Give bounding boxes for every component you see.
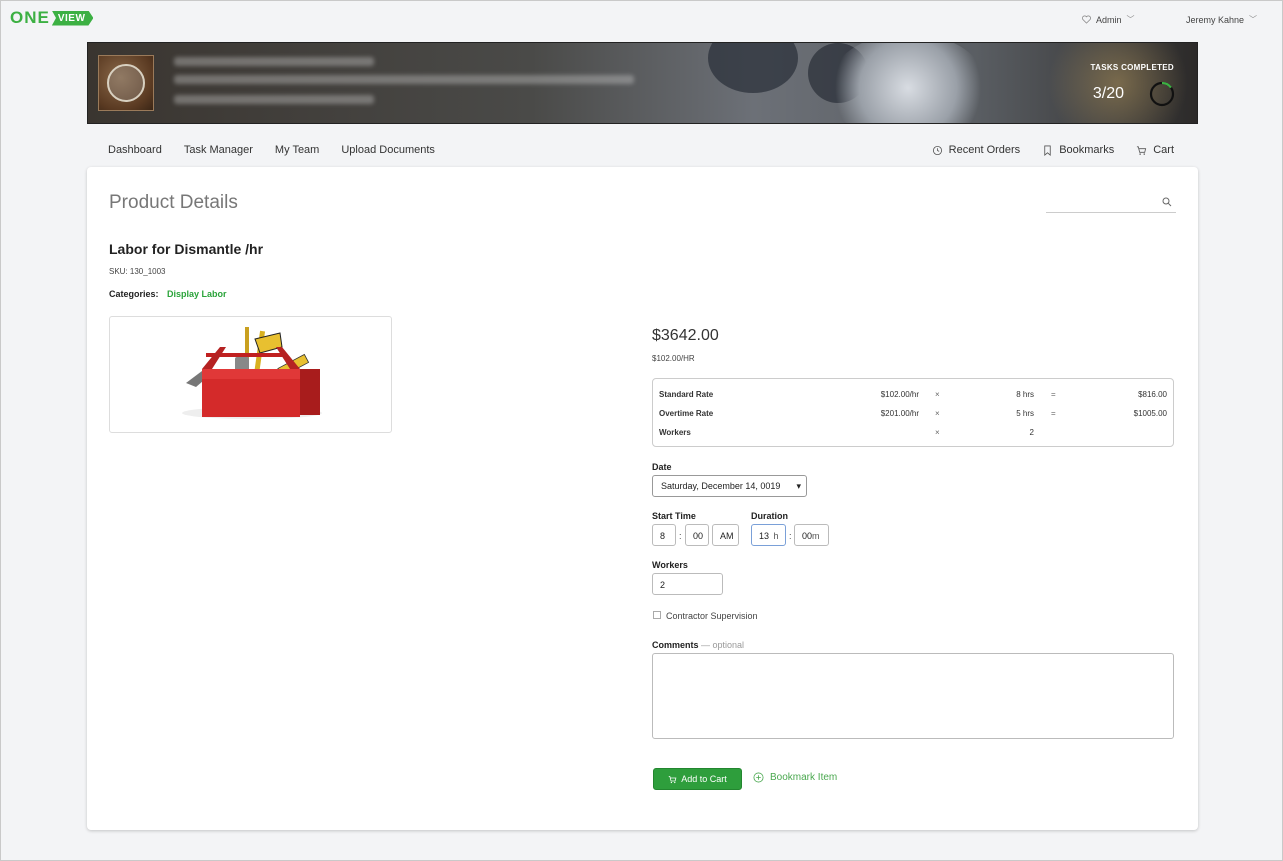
duration-label: Duration <box>751 511 788 521</box>
tasks-progress-ring <box>1149 81 1175 107</box>
nav-dashboard[interactable]: Dashboard <box>108 144 162 156</box>
table-row: Overtime Rate $201.00/hr × 5 hrs = $1005… <box>659 409 1167 423</box>
plus-circle-icon <box>753 772 764 783</box>
toolbox-icon <box>182 327 322 419</box>
rate-quantity: 2 <box>1029 428 1034 437</box>
add-to-cart-label: Add to Cart <box>681 774 727 784</box>
start-minute-input[interactable]: 00 <box>685 524 709 546</box>
history-icon <box>932 145 942 155</box>
date-value: Saturday, December 14, 0019 <box>661 481 781 491</box>
comments-label: Comments — optional <box>652 640 744 650</box>
nav-task-manager[interactable]: Task Manager <box>184 144 253 156</box>
user-menu[interactable]: Jeremy Kahne ﹀ <box>1186 14 1257 25</box>
time-separator: : <box>679 531 682 541</box>
recent-orders-label: Recent Orders <box>948 144 1021 156</box>
multiply-symbol: × <box>935 428 940 437</box>
date-select[interactable]: Saturday, December 14, 0019 ▾ <box>652 475 807 497</box>
nav-recent-orders[interactable]: Recent Orders <box>932 144 1021 156</box>
blurred-text <box>174 75 634 84</box>
duration-hours-value: 13 <box>759 531 770 541</box>
duration-hours-unit: h <box>773 531 779 541</box>
rate-total: $816.00 <box>1138 390 1167 399</box>
blurred-text <box>174 95 374 104</box>
comments-label-text: Comments <box>652 640 699 650</box>
duration-minutes-input[interactable]: 00m <box>794 524 829 546</box>
chevron-down-icon: ▾ <box>796 481 801 491</box>
rate-quantity: 8 hrs <box>1016 390 1034 399</box>
bookmarks-label: Bookmarks <box>1059 144 1115 156</box>
nav-upload-documents[interactable]: Upload Documents <box>341 144 435 156</box>
product-sku: SKU: 130_1003 <box>109 267 166 276</box>
contractor-supervision-label: Contractor Supervision <box>666 611 758 621</box>
workers-label: Workers <box>652 560 688 570</box>
banner-background-shape <box>828 43 988 123</box>
product-details-card: Product Details Labor for Dismantle /hr … <box>87 167 1198 830</box>
oneview-logo[interactable]: ONE VIEW <box>10 8 94 28</box>
nav-my-team[interactable]: My Team <box>275 144 319 156</box>
blurred-text <box>174 57 374 66</box>
cart-icon <box>668 775 677 783</box>
multiply-symbol: × <box>935 409 940 418</box>
nav-cart[interactable]: Cart <box>1136 144 1174 156</box>
start-ampm-select[interactable]: AM <box>712 524 739 546</box>
comments-textarea[interactable] <box>652 653 1174 739</box>
product-rate: $102.00/HR <box>652 354 695 363</box>
contractor-supervision-checkbox[interactable] <box>653 611 661 619</box>
table-row: Workers × 2 <box>659 428 1167 442</box>
rate-label: Overtime Rate <box>659 409 714 418</box>
bookmark-item-label: Bookmark Item <box>770 772 838 783</box>
comments-optional-text: — optional <box>701 640 745 650</box>
organization-logo <box>98 55 154 111</box>
duration-minutes-value: 00 <box>802 531 813 541</box>
product-image <box>109 316 392 433</box>
table-row: Standard Rate $102.00/hr × 8 hrs = $816.… <box>659 390 1167 404</box>
account-banner: TASKS COMPLETED 3/20 <box>87 42 1198 124</box>
logo-one-text: ONE <box>10 8 50 27</box>
product-name: Labor for Dismantle /hr <box>109 241 264 257</box>
chevron-down-icon: ﹀ <box>1249 15 1258 24</box>
product-categories: Categories: Display Labor <box>109 289 227 299</box>
categories-label: Categories: <box>109 289 159 299</box>
duration-minutes-unit: m <box>812 531 820 541</box>
category-link[interactable]: Display Labor <box>167 289 227 299</box>
date-label: Date <box>652 462 672 472</box>
user-name: Jeremy Kahne <box>1186 14 1245 25</box>
secondary-nav: Recent Orders Bookmarks Cart <box>932 144 1174 156</box>
multiply-symbol: × <box>935 390 940 399</box>
rate-label: Workers <box>659 428 691 437</box>
bookmark-icon <box>1044 145 1051 156</box>
workers-input[interactable]: 2 <box>652 573 723 595</box>
bookmark-item-link[interactable]: Bookmark Item <box>753 772 837 783</box>
banner-background-shape <box>708 43 798 93</box>
main-nav: Dashboard Task Manager My Team Upload Do… <box>108 144 435 156</box>
rate-total: $1005.00 <box>1133 409 1167 418</box>
rate-value: $201.00/hr <box>880 409 919 418</box>
rate-value: $102.00/hr <box>880 390 919 399</box>
admin-label: Admin <box>1096 14 1122 25</box>
product-price: $3642.00 <box>652 327 719 344</box>
nav-bookmarks[interactable]: Bookmarks <box>1042 144 1114 156</box>
tasks-completed-label: TASKS COMPLETED <box>1090 63 1174 72</box>
rate-breakdown-table: Standard Rate $102.00/hr × 8 hrs = $816.… <box>652 378 1174 447</box>
rate-label: Standard Rate <box>659 390 714 399</box>
top-bar: ONE VIEW Admin ﹀ Jeremy Kahne ﹀ <box>1 1 1282 35</box>
equals-symbol: = <box>1051 409 1056 418</box>
tasks-completed-value: 3/20 <box>1092 85 1124 102</box>
page-title: Product Details <box>109 192 238 213</box>
duration-hours-input[interactable]: 13 h <box>751 524 786 546</box>
equals-symbol: = <box>1051 390 1056 399</box>
cart-label: Cart <box>1153 144 1174 156</box>
add-to-cart-button[interactable]: Add to Cart <box>653 768 742 790</box>
chevron-down-icon: ﹀ <box>1126 15 1135 24</box>
heart-icon <box>1082 15 1091 24</box>
search-input[interactable] <box>1046 191 1176 213</box>
cart-icon <box>1137 145 1147 155</box>
admin-menu[interactable]: Admin ﹀ <box>1082 14 1135 25</box>
rate-quantity: 5 hrs <box>1016 409 1034 418</box>
start-time-label: Start Time <box>652 511 696 521</box>
start-hour-input[interactable]: 8 <box>652 524 676 546</box>
time-separator: : <box>789 531 792 541</box>
search-icon[interactable] <box>1162 197 1172 207</box>
logo-view-text: VIEW <box>51 10 94 26</box>
